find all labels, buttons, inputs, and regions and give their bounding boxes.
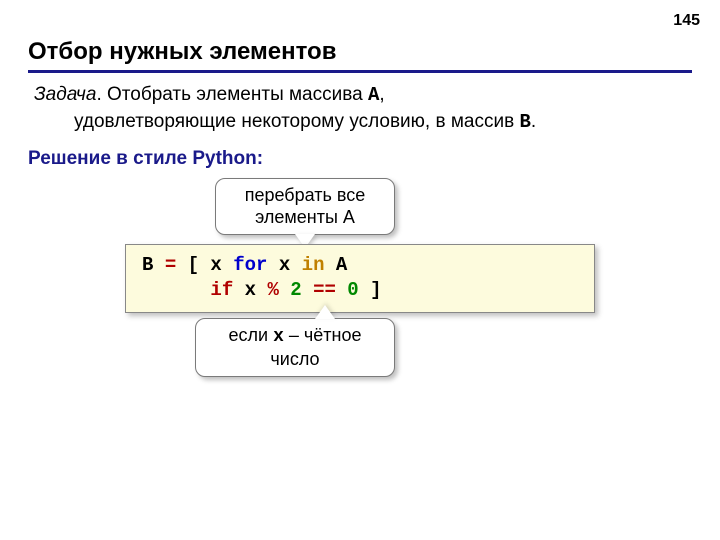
solution-label: Решение в стиле Python: [28, 148, 263, 170]
task-line2: удовлетворяющие некоторому условию, в ма… [34, 109, 690, 136]
op-eq: == [313, 279, 336, 301]
callout-iterate: перебрать все элементы A [215, 178, 395, 235]
cond-prefix: если [229, 325, 274, 345]
page-title: Отбор нужных элементов [28, 38, 692, 73]
kw-if: if [210, 279, 233, 301]
code-x3: x [233, 279, 256, 301]
callout-iterate-line2: элементы A [234, 207, 376, 229]
callout-iterate-line1: перебрать все [234, 185, 376, 207]
callout-cond-line2: число [214, 349, 376, 371]
cond-var: x [273, 327, 284, 347]
op-mod: % [267, 279, 278, 301]
code-bracket-x: [ x [188, 254, 234, 276]
task-line2a: удовлетворяющие некоторому условию, в ма… [74, 111, 519, 132]
task-label: Задача [34, 84, 96, 105]
task-text: Задача. Отобрать элементы массива A, удо… [34, 82, 690, 135]
code-b: B [142, 254, 153, 276]
page-number: 145 [673, 12, 700, 30]
num-2: 2 [290, 279, 301, 301]
task-line1-end: , [379, 84, 384, 105]
kw-in: in [302, 254, 325, 276]
code-indent [142, 279, 210, 301]
array-a: A [368, 84, 379, 106]
task-line1a: . Отобрать элементы массива [96, 84, 368, 105]
op-assign: = [165, 254, 176, 276]
kw-for: for [233, 254, 267, 276]
callout-cond-line1: если x – чётное [214, 325, 376, 349]
code-close: ] [359, 279, 382, 301]
task-line2-end: . [531, 111, 536, 132]
num-0: 0 [347, 279, 358, 301]
array-b: B [519, 111, 530, 133]
code-x2: x [267, 254, 301, 276]
code-block: B = [ x for x in A if x % 2 == 0 ] [125, 244, 595, 313]
callout-condition: если x – чётное число [195, 318, 395, 377]
cond-suffix: – чётное [284, 325, 362, 345]
code-a: A [324, 254, 347, 276]
